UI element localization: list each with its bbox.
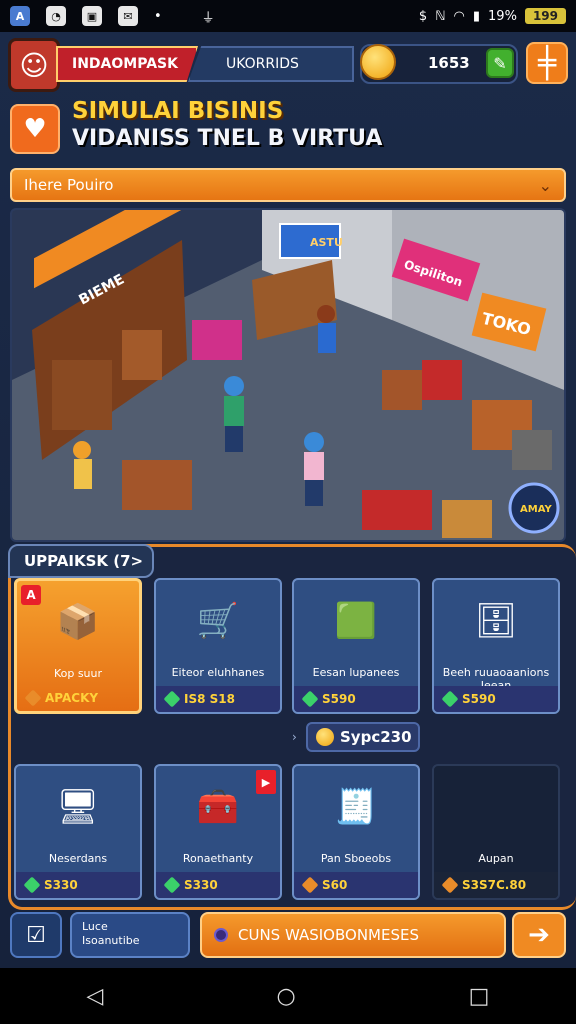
coin-value: 1653 <box>428 54 470 72</box>
shop-card[interactable]: 🟩 Eesan lupanees S590 <box>292 578 420 714</box>
card-price: S330 <box>184 878 218 892</box>
shop-card[interactable]: 🧾 Pan Sboeobs S60 <box>292 764 420 900</box>
gem-icon <box>441 876 459 894</box>
shop-card[interactable]: Aupan S3S7C.80 <box>432 764 560 900</box>
cart-icon: 🛒 <box>196 601 240 641</box>
card-price: S590 <box>322 692 356 706</box>
shop-card[interactable]: 🗄 Beeh ruuaoaanions Ieean S590 <box>432 578 560 714</box>
location-button[interactable]: Luce Isoanutibe <box>70 912 190 958</box>
card-price-bar: APACKY <box>17 685 139 711</box>
dollar-icon: $ <box>418 8 428 24</box>
gem-icon <box>24 689 42 707</box>
card-name: Pan Sboeobs <box>320 852 392 865</box>
usb-icon: ⏚ <box>201 10 215 26</box>
next-button[interactable]: ➔ <box>512 912 566 958</box>
card-name: Ronaethanty <box>182 852 254 865</box>
card-price: S60 <box>322 878 348 892</box>
back-icon[interactable]: ◁ <box>87 984 104 1009</box>
card-price-bar: S60 <box>294 872 418 898</box>
action-label: CUNS WASIOBONMESES <box>238 926 419 944</box>
store-scene[interactable]: BIEME Ospiliton TOKO AMAY ASTU <box>10 208 566 542</box>
status-bar: A ◔ ▣ ✉ • ⏚ $ ℕ ◠ ▮ 19% 199 <box>0 0 576 32</box>
player-name-banner[interactable]: INDAOMPASK <box>56 46 198 82</box>
app-icon-a: A <box>10 6 30 26</box>
card-price: APACKY <box>45 691 99 705</box>
game-title-line1: SIMULAI BISINIS <box>72 98 284 124</box>
card-price-bar: S330 <box>16 872 140 898</box>
shop-tab[interactable]: UPPAIKSK (7> <box>8 544 154 578</box>
coin-pill-value: Sypc230 <box>340 728 412 746</box>
mute-icon: ℕ <box>435 8 446 24</box>
safe-icon: 🗄 <box>474 601 518 641</box>
category-dropdown[interactable]: Ihere Pouiro ⌄ <box>10 168 566 202</box>
ribbon-icon: ▶ <box>256 770 276 794</box>
card-price: S3S7C.80 <box>462 878 527 892</box>
arrow-right-icon: ➔ <box>528 920 550 950</box>
navigation-bar: ◁ ○ □ <box>0 968 576 1024</box>
card-badge: A <box>21 585 41 605</box>
coin-pill[interactable]: Sypc230 <box>306 722 420 752</box>
card-name: Eesan lupanees <box>312 666 400 679</box>
card-price: IS8 S18 <box>184 692 235 706</box>
mode-tab[interactable]: UKORRIDS <box>188 46 354 82</box>
card-price-bar: S590 <box>434 686 558 712</box>
shop-card[interactable]: 📦 A Kop suur APACKY <box>14 578 142 714</box>
gem-icon <box>23 876 41 894</box>
checklist-button[interactable]: ☑ <box>10 912 62 958</box>
coin-icon <box>316 728 334 746</box>
gem-icon <box>301 876 319 894</box>
action-button[interactable]: CUNS WASIOBONMESES <box>200 912 506 958</box>
card-name: Eiteor eluhhanes <box>171 666 265 679</box>
dot-icon <box>214 928 228 942</box>
card-price-bar: S330 <box>156 872 280 898</box>
heart-hand-icon[interactable]: ♥ <box>10 104 60 154</box>
player-avatar[interactable]: ☺ <box>8 38 60 92</box>
gem-icon <box>163 690 181 708</box>
top-header: ☺ INDAOMPASK UKORRIDS 1653 ✎ ╪ <box>8 38 568 92</box>
chevron-down-icon: ⌄ <box>538 176 552 195</box>
menu-plus-button[interactable]: ╪ <box>526 42 568 84</box>
gem-icon <box>441 690 459 708</box>
card-price-bar: S590 <box>294 686 418 712</box>
gem-icon <box>163 876 181 894</box>
shop-card[interactable]: 🖥 Neserdans S330 <box>14 764 142 900</box>
game-title-line2: VIDANISS TNEL B VIRTUA <box>72 126 383 151</box>
add-coins-button[interactable]: ✎ <box>486 48 514 78</box>
battery-indicator: 199 <box>524 8 566 24</box>
dot-icon: • <box>154 8 162 24</box>
message-icon: ✉ <box>118 6 138 26</box>
top-sign-text: ASTU <box>310 236 343 249</box>
gem-icon <box>301 690 319 708</box>
home-icon[interactable]: ○ <box>276 984 295 1009</box>
card-price: S330 <box>44 878 78 892</box>
card-price: S590 <box>462 692 496 706</box>
chevron-right-icon: › <box>292 730 297 744</box>
location-line2: Isoanutibe <box>82 934 140 947</box>
signal-icon: ▮ <box>472 8 481 24</box>
location-line1: Luce <box>82 920 108 933</box>
card-price-bar: IS8 S18 <box>156 686 280 712</box>
gallery-icon: ▣ <box>82 6 102 26</box>
shop-card[interactable]: 🧰 ▶ Ronaethanty S330 <box>154 764 282 900</box>
dropdown-label: Ihere Pouiro <box>24 176 114 194</box>
card-price-bar: S3S7C.80 <box>434 872 558 898</box>
wifi-icon: ◠ <box>453 8 465 24</box>
plus-icon: ╪ <box>537 45 557 81</box>
register-icon: 🧾 <box>334 787 378 827</box>
card-name: Neserdans <box>48 852 108 865</box>
card-name: Aupan <box>478 852 514 865</box>
shop-card[interactable]: 🛒 Eiteor eluhhanes IS8 S18 <box>154 578 282 714</box>
green-box-icon: 🟩 <box>334 601 378 641</box>
card-name: Kop suur <box>53 667 103 680</box>
wrench-icon: ✎ <box>493 53 507 73</box>
server-icon: 🖥 <box>56 787 100 827</box>
speech-bubble-text: AMAY <box>520 504 552 515</box>
coin-icon <box>360 44 396 80</box>
recents-icon[interactable]: □ <box>469 984 490 1009</box>
battery-percent: 19% <box>488 8 517 24</box>
messenger-icon: ◔ <box>46 6 66 26</box>
checklist-icon: ☑ <box>26 922 46 948</box>
